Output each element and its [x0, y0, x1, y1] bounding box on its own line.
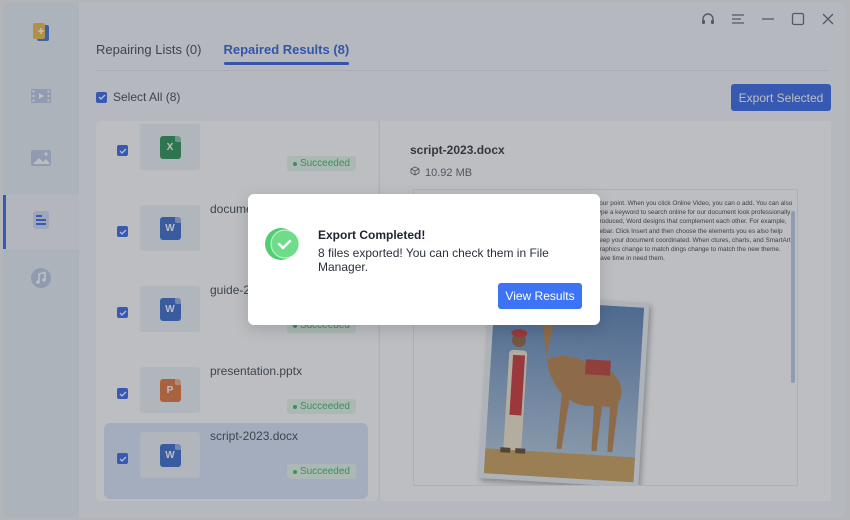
success-check-icon	[265, 226, 301, 262]
view-results-button[interactable]: View Results	[498, 283, 582, 309]
export-completed-dialog: Export Completed! 8 files exported! You …	[248, 194, 600, 325]
dialog-title: Export Completed!	[318, 228, 426, 242]
dialog-message: 8 files exported! You can check them in …	[318, 246, 549, 274]
